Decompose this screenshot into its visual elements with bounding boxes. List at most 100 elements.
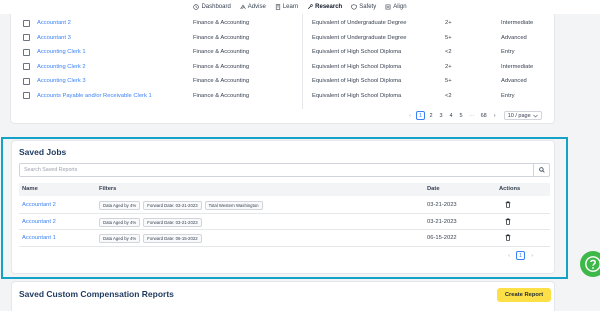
custom-reports-title: Saved Custom Compensation Reports <box>19 289 174 299</box>
pagination-page[interactable]: 2 <box>427 111 435 120</box>
saved-job-name-link[interactable]: Accountant 1 <box>22 235 56 241</box>
trash-icon <box>505 234 511 241</box>
shield-icon <box>351 4 357 10</box>
nav-safety[interactable]: Safety <box>351 4 376 10</box>
table-row: Accounting Clerk 3 Finance & Accounting … <box>11 74 556 89</box>
filter-tag: Data Aged by 4% <box>99 234 141 243</box>
filter-tag: Data Aged by 4% <box>99 217 141 227</box>
pagination-page[interactable]: 5 <box>457 111 465 120</box>
job-title-link[interactable]: Accounting Clerk 2 <box>37 64 86 70</box>
nav-label: Dashboard <box>201 4 231 10</box>
job-level: Intermediate <box>501 20 534 27</box>
pagination-next[interactable]: › <box>528 251 536 260</box>
search-button[interactable] <box>533 164 549 176</box>
table-row: Accountant 2 Data Aged by 4% Forward Dat… <box>19 197 550 214</box>
advise-icon <box>240 4 246 10</box>
pagination-prev[interactable]: ‹ <box>505 251 513 260</box>
filter-tags: Data Aged by 4% Forward Date: 03-21-2023… <box>99 201 263 210</box>
delete-button[interactable] <box>505 201 511 210</box>
job-family: Finance & Accounting <box>193 78 250 85</box>
job-level: Intermediate <box>501 63 534 70</box>
filter-tag: Total Western Washington <box>204 201 263 210</box>
job-experience: 2+ <box>445 63 452 70</box>
nav-research[interactable]: Research <box>307 4 342 10</box>
job-experience: <2 <box>445 92 452 99</box>
job-family: Finance & Accounting <box>193 63 250 70</box>
saved-job-name-link[interactable]: Accountant 2 <box>22 219 56 225</box>
saved-date: 03-21-2023 <box>427 202 457 208</box>
job-title-link[interactable]: Accounting Clerk 1 <box>37 49 86 55</box>
saved-date: 06-15-2022 <box>427 235 457 241</box>
job-education: Equivalent of High School Diploma <box>312 63 402 70</box>
filter-tag: Forward Date: 03-21-2023 <box>143 201 202 210</box>
saved-job-name-link[interactable]: Accountant 2 <box>22 202 56 208</box>
job-education: Equivalent of High School Diploma <box>312 49 402 56</box>
row-checkbox[interactable] <box>23 77 30 85</box>
pagination-ellipsis[interactable]: ··· <box>467 111 477 120</box>
pagination-page[interactable]: 4 <box>447 111 455 120</box>
filter-tag: Data Aged by 4% <box>99 201 141 210</box>
delete-button[interactable] <box>505 234 511 243</box>
clock-icon <box>193 4 200 10</box>
pagination-prev[interactable]: ‹ <box>406 111 414 120</box>
table-row: Accountant 2 Finance & Accounting Equiva… <box>11 16 556 31</box>
job-family: Finance & Accounting <box>193 92 250 99</box>
help-button[interactable] <box>580 251 600 277</box>
create-report-button[interactable]: Create Report <box>497 288 551 302</box>
pagination-page[interactable]: 3 <box>437 111 445 120</box>
job-title-link[interactable]: Accountant 2 <box>37 20 71 26</box>
nav-label: Safety <box>359 4 377 10</box>
jobs-table-card: Accountant 2 Finance & Accounting Equiva… <box>10 14 555 124</box>
top-nav: Dashboard Advise Learn Research Safety A… <box>0 0 600 14</box>
row-checkbox[interactable] <box>23 34 30 42</box>
saved-table-header: Name Filters Date Actions <box>19 183 550 196</box>
nav-dashboard[interactable]: Dashboard <box>193 4 231 10</box>
saved-jobs-card: Saved Jobs Name Filters Date Actions Acc… <box>11 140 555 274</box>
nav-learn[interactable]: Learn <box>275 4 298 10</box>
nav-align[interactable]: Align <box>385 4 407 10</box>
job-education: Equivalent of Undergraduate Degree <box>312 34 407 41</box>
job-family: Finance & Accounting <box>193 34 250 41</box>
saved-search-input[interactable] <box>20 164 533 176</box>
pagination-next[interactable]: › <box>491 111 499 120</box>
row-checkbox[interactable] <box>23 19 30 27</box>
table-row: Accounting Clerk 2 Finance & Accounting … <box>11 60 556 75</box>
filter-tags: Data Aged by 4% Forward Date: 06-15-2022 <box>99 234 202 243</box>
saved-search-box <box>19 163 550 177</box>
pagination-page[interactable]: 1 <box>416 111 426 120</box>
nav-label: Learn <box>282 4 299 10</box>
align-icon <box>385 4 391 10</box>
table-row: Accountant 2 Data Aged by 4% Forward Dat… <box>19 214 550 230</box>
nav-label: Advise <box>247 4 266 10</box>
job-title-link[interactable]: Accounts Payable and/or Receivable Clerk… <box>37 93 152 99</box>
job-experience: 5+ <box>445 34 452 41</box>
saved-jobs-title: Saved Jobs <box>19 147 67 157</box>
page-size-value: 10 / page <box>507 112 531 119</box>
filter-tag: Forward Date: 06-15-2022 <box>143 234 202 243</box>
row-checkbox[interactable] <box>23 48 30 56</box>
job-experience: 5+ <box>445 78 452 85</box>
row-checkbox[interactable] <box>23 63 30 71</box>
page-size-select[interactable]: 10 / page <box>503 111 542 120</box>
nav-advise[interactable]: Advise <box>240 4 266 10</box>
pagination-page[interactable]: 68 <box>479 111 489 120</box>
job-education: Equivalent of High School Diploma <box>312 78 402 85</box>
chevron-down-icon <box>532 114 538 118</box>
job-title-link[interactable]: Accountant 3 <box>37 35 71 41</box>
nav-label: Research <box>315 4 343 10</box>
column-header-actions: Actions <box>499 186 521 192</box>
trash-icon <box>505 201 511 208</box>
book-icon <box>275 4 280 10</box>
research-icon <box>308 4 313 10</box>
job-education: Equivalent of Undergraduate Degree <box>312 20 407 27</box>
pagination-page[interactable]: 1 <box>516 251 526 260</box>
table-row: Accounts Payable and/or Receivable Clerk… <box>11 89 556 104</box>
filter-tags: Data Aged by 4% Forward Date: 03-21-2023 <box>99 217 202 227</box>
job-education: Equivalent of High School Diploma <box>312 92 402 99</box>
job-title-link[interactable]: Accounting Clerk 3 <box>37 78 86 84</box>
row-checkbox[interactable] <box>23 92 30 100</box>
delete-button[interactable] <box>505 218 511 227</box>
nav-label: Align <box>393 4 407 10</box>
table-row: Accounting Clerk 1 Finance & Accounting … <box>11 45 556 60</box>
job-level: Entry <box>501 49 515 56</box>
